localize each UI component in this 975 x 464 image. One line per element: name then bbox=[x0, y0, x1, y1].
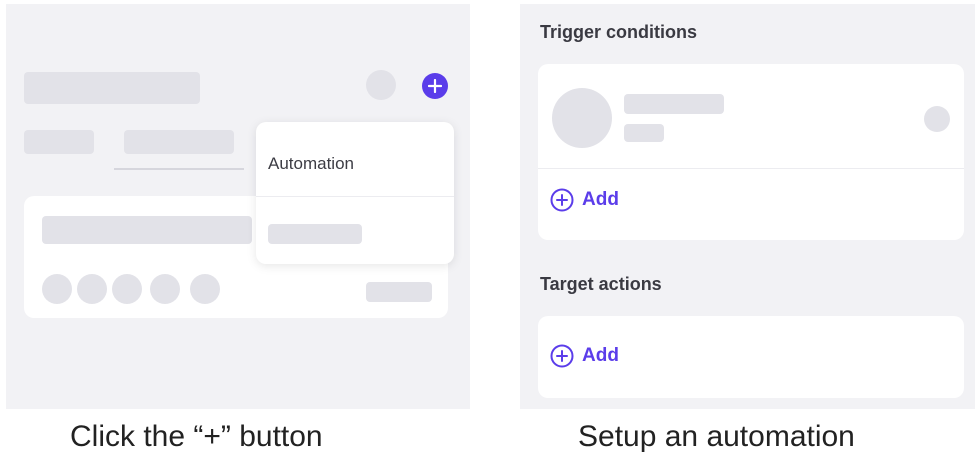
member-avatar bbox=[112, 274, 142, 304]
target-card: Add bbox=[538, 316, 964, 398]
add-circle-icon bbox=[550, 344, 574, 368]
member-avatar bbox=[190, 274, 220, 304]
trigger-icon-placeholder bbox=[552, 88, 612, 148]
card-line-placeholder bbox=[42, 216, 252, 244]
target-add-button[interactable]: Add bbox=[550, 344, 619, 368]
trigger-toggle-placeholder[interactable] bbox=[924, 106, 950, 132]
trigger-title-placeholder bbox=[624, 94, 724, 114]
add-button[interactable] bbox=[422, 73, 448, 99]
right-caption: Setup an automation bbox=[578, 420, 855, 453]
trigger-divider bbox=[538, 168, 964, 169]
left-panel: Automation bbox=[6, 4, 470, 409]
card-action-placeholder bbox=[366, 282, 432, 302]
member-avatar bbox=[42, 274, 72, 304]
add-menu-popover: Automation bbox=[256, 122, 454, 264]
avatar-placeholder bbox=[366, 70, 396, 100]
member-avatar bbox=[150, 274, 180, 304]
title-placeholder bbox=[24, 72, 200, 104]
plus-icon bbox=[428, 79, 442, 93]
trigger-add-label: Add bbox=[582, 189, 619, 210]
target-add-label: Add bbox=[582, 345, 619, 366]
tab-placeholder-1 bbox=[24, 130, 94, 154]
menu-item-placeholder[interactable] bbox=[268, 224, 362, 244]
target-heading: Target actions bbox=[540, 274, 662, 294]
trigger-card: Add bbox=[538, 64, 964, 240]
trigger-heading: Trigger conditions bbox=[540, 22, 698, 42]
tab-underline bbox=[114, 168, 244, 170]
trigger-add-button[interactable]: Add bbox=[550, 188, 619, 212]
menu-item-automation[interactable]: Automation bbox=[268, 154, 354, 174]
menu-divider bbox=[256, 196, 454, 197]
member-avatar bbox=[77, 274, 107, 304]
tab-placeholder-2 bbox=[124, 130, 234, 154]
add-circle-icon bbox=[550, 188, 574, 212]
right-panel: Trigger conditions Add Target actions Ad… bbox=[520, 4, 975, 409]
left-caption: Click the “+” button bbox=[70, 420, 323, 453]
trigger-subtitle-placeholder bbox=[624, 124, 664, 142]
